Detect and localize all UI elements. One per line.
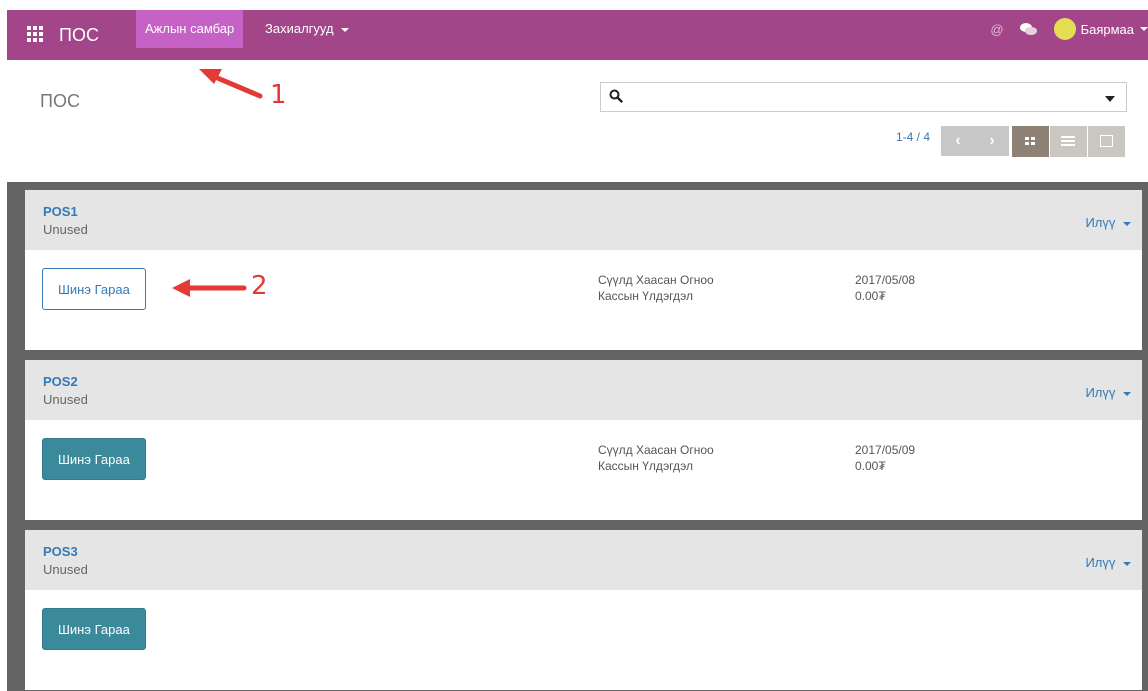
- pager-count: 1-4 / 4: [896, 130, 931, 144]
- list-view-button[interactable]: [1050, 126, 1087, 157]
- next-page-button[interactable]: ›: [975, 126, 1009, 156]
- card-title[interactable]: POS2: [43, 374, 78, 389]
- more-menu[interactable]: Илүү: [1085, 385, 1131, 400]
- previous-page-button[interactable]: ‹: [941, 126, 975, 156]
- chevron-down-icon: [1123, 391, 1131, 396]
- menu-dashboard-label: Ажлын самбар: [145, 21, 235, 36]
- app-brand: ПОС: [59, 25, 99, 45]
- new-session-button[interactable]: Шинэ Гараа: [42, 268, 146, 310]
- apps-grid-icon[interactable]: [27, 26, 43, 42]
- new-session-button[interactable]: Шинэ Гараа: [42, 608, 146, 650]
- edit-icon: [1100, 135, 1113, 147]
- kanban-board: POS1 Unused Илүү Шинэ Гараа Сүүлд Хаасан…: [7, 182, 1148, 691]
- form-view-button[interactable]: [1088, 126, 1125, 157]
- kanban-icon: [1025, 137, 1035, 145]
- page-title: ПОС: [40, 91, 80, 111]
- menu-dashboard[interactable]: Ажлын самбар: [136, 10, 244, 48]
- menu-orders[interactable]: Захиалгууд: [256, 10, 358, 48]
- search-input[interactable]: [600, 82, 1127, 112]
- top-navbar: ПОС Ажлын самбар Захиалгууд @ Баярмаа: [7, 10, 1148, 60]
- search-options-icon[interactable]: [1105, 96, 1115, 102]
- card-status: Unused: [43, 392, 88, 407]
- chat-icon[interactable]: [1019, 22, 1038, 36]
- menu-orders-label: Захиалгууд: [265, 21, 334, 36]
- chevron-down-icon: [1123, 561, 1131, 566]
- more-menu[interactable]: Илүү: [1085, 215, 1131, 230]
- user-name[interactable]: Баярмаа: [1081, 22, 1134, 37]
- at-sign-icon[interactable]: @: [990, 22, 1003, 37]
- cash-balance-value: 0.00₮: [855, 459, 886, 473]
- card-header: POS2 Unused Илүү: [25, 360, 1142, 420]
- more-menu[interactable]: Илүү: [1085, 555, 1131, 570]
- card-status: Unused: [43, 222, 88, 237]
- card-status: Unused: [43, 562, 88, 577]
- pos-card[interactable]: POS1 Unused Илүү Шинэ Гараа Сүүлд Хаасан…: [25, 190, 1142, 350]
- more-menu-label: Илүү: [1085, 555, 1116, 570]
- card-title[interactable]: POS3: [43, 544, 78, 559]
- more-menu-label: Илүү: [1085, 385, 1116, 400]
- annotation-arrow-1: [199, 69, 263, 99]
- chevron-down-icon: [1123, 221, 1131, 226]
- annotation-number-2: 2: [251, 271, 268, 301]
- pos-card[interactable]: POS3 Unused Илүү Шинэ Гараа: [25, 530, 1142, 690]
- more-menu-label: Илүү: [1085, 215, 1116, 230]
- cash-balance-label: Кассын Үлдэгдэл: [598, 289, 694, 303]
- cash-balance-label: Кассын Үлдэгдэл: [598, 459, 694, 473]
- list-icon: [1061, 136, 1075, 146]
- last-closed-label: Сүүлд Хаасан Огноо: [598, 443, 714, 457]
- annotation-number-1: 1: [270, 80, 287, 110]
- search-icon: [609, 89, 623, 103]
- annotation-arrow-2: [172, 279, 247, 297]
- user-avatar[interactable]: [1053, 18, 1076, 40]
- cash-balance-value: 0.00₮: [855, 289, 886, 303]
- pos-card[interactable]: POS2 Unused Илүү Шинэ Гараа Сүүлд Хаасан…: [25, 360, 1142, 520]
- last-closed-label: Сүүлд Хаасан Огноо: [598, 273, 714, 287]
- last-closed-value: 2017/05/08: [855, 273, 916, 287]
- card-header: POS1 Unused Илүү: [25, 190, 1142, 250]
- last-closed-value: 2017/05/09: [855, 443, 916, 457]
- chevron-down-icon[interactable]: [1140, 27, 1148, 31]
- chevron-down-icon: [341, 27, 350, 32]
- kanban-view-button[interactable]: [1012, 126, 1049, 157]
- card-header: POS3 Unused Илүү: [25, 530, 1142, 590]
- navbar-right-tools: @ Баярмаа: [990, 10, 1148, 48]
- new-session-button[interactable]: Шинэ Гараа: [42, 438, 146, 480]
- card-title[interactable]: POS1: [43, 204, 78, 219]
